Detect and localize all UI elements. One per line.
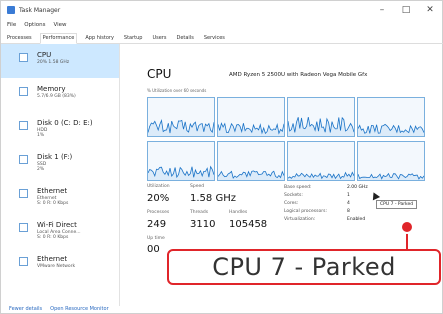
menu-view[interactable]: View [53,22,66,28]
sidebar-item-ethernet[interactable]: Ethernet Ethernet S: 0 R: 0 Kbps [1,180,119,214]
speed-value: 1.58 GHz [190,193,236,204]
disk1-thumbnail [19,155,28,164]
cpu-graph-svg [287,171,355,180]
cpu-graph-svg [357,172,425,180]
menu-options[interactable]: Options [24,22,45,28]
memory-thumbnail [19,87,28,96]
cores-label: Cores: [284,201,299,206]
sidebar-item-disk1[interactable]: Disk 1 (F:) SSD 2% [1,146,119,180]
close-button[interactable]: ✕ [418,5,442,15]
cpu-graph-svg [147,165,215,180]
sidebar-item-sub: Ethernet S: 0 R: 0 Kbps [37,196,69,206]
sidebar-item-sub: VMware Network [37,264,76,269]
tab-users[interactable]: Users [150,34,168,43]
utilization-value: 20% [147,193,170,204]
sidebar-item-label: Disk 1 (F:) [37,153,73,161]
callout-label: CPU 7 - Parked [167,249,441,285]
cpu-graph [147,141,215,181]
window-title: Task Manager [19,6,61,14]
sidebar-item-label: Disk 0 (C: D: E:) [37,119,93,127]
virtualization-value: Enabled [347,217,366,222]
graphs-caption: % Utilization over 60 seconds [147,88,207,93]
logical-processors-label: Logical processors: [284,209,327,214]
sidebar-item-label: Memory [37,85,66,93]
uptime-value: 00 [147,244,160,255]
disk0-thumbnail [19,121,28,130]
resource-monitor-link[interactable]: Open Resource Monitor [50,306,108,312]
virtualization-label: Virtualization: [284,217,316,222]
sidebar-item-wifi-direct[interactable]: Wi-Fi Direct Local Area Conne... S: 0 R:… [1,214,119,248]
page-title: CPU [147,67,172,81]
footer: Fewer details Open Resource Monitor [1,304,443,314]
sidebar-item-sub: Local Area Conne... S: 0 R: 0 Kbps [37,230,81,240]
processes-value: 249 [147,219,167,230]
cpu-graph [357,141,425,181]
sidebar-item-sub: HDD 1% [37,128,48,138]
cpu-graph-svg [287,116,355,136]
ethernet-thumbnail [19,189,28,198]
cores-value: 4 [347,201,350,206]
utilization-label: Utilization [147,184,170,189]
cpu-graph [357,97,425,137]
cpu-graph-svg [217,122,285,136]
ethernet-vmware-thumbnail [19,257,28,266]
maximize-button[interactable]: □ [394,5,418,15]
fewer-details-link[interactable]: Fewer details [9,306,42,312]
cpu-graph [287,97,355,137]
tab-bar: Processes Performance App history Startu… [1,31,443,44]
sidebar-item-label: Ethernet [37,187,68,195]
cpu-graph [287,141,355,181]
sidebar-item-sub: 20% 1.58 GHz [37,60,70,65]
base-speed-label: Base speed: [284,185,312,190]
wifi-direct-thumbnail [19,223,28,232]
cpu-graph [147,97,215,137]
task-manager-window: Task Manager – □ ✕ File Options View Pro… [0,0,443,314]
tab-services[interactable]: Services [202,34,227,43]
uptime-label: Up time [147,236,165,241]
handles-value: 105458 [229,219,268,230]
threads-label: Threads [190,210,209,215]
sidebar-item-label: Wi-Fi Direct [37,221,77,229]
minimize-button[interactable]: – [370,5,394,15]
cpu-graph-svg [147,119,215,136]
cpu-model: AMD Ryzen 5 2500U with Radeon Vega Mobil… [229,72,368,78]
cpu-graph [217,97,285,137]
logical-processors-value: 8 [347,209,350,214]
cpu-graph-fill [218,123,284,136]
cpu-graph-svg [357,123,425,136]
sidebar-item-cpu[interactable]: CPU 20% 1.58 GHz [1,44,119,78]
menu-file[interactable]: File [7,22,16,28]
sockets-label: Sockets: [284,193,303,198]
title-bar: Task Manager – □ ✕ [1,1,442,19]
menu-bar: File Options View [1,19,67,30]
tab-app-history[interactable]: App history [83,34,116,43]
sockets-value: 1 [347,193,350,198]
tab-performance[interactable]: Performance [39,33,78,44]
sidebar-item-label: Ethernet [37,255,68,263]
cpu-thumbnail [19,53,28,62]
sidebar-item-label: CPU [37,51,52,59]
sidebar: CPU 20% 1.58 GHz Memory 5.7/6.9 GB (83%)… [1,44,120,306]
sidebar-item-sub: 5.7/6.9 GB (83%) [37,94,76,99]
tab-startup[interactable]: Startup [122,34,145,43]
cpu-graph-svg [217,170,285,180]
cpu-graph-fill [358,173,424,180]
sidebar-item-memory[interactable]: Memory 5.7/6.9 GB (83%) [1,78,119,112]
processes-label: Processes [147,210,170,215]
tab-details[interactable]: Details [174,34,195,43]
handles-label: Handles [229,210,248,215]
callout-dot [400,220,414,234]
cpu-graph [217,141,285,181]
speed-label: Speed [190,184,205,189]
sidebar-item-sub: SSD 2% [37,162,47,172]
task-manager-icon [7,6,15,14]
tab-processes[interactable]: Processes [5,34,34,43]
base-speed-value: 2.00 GHz [347,185,368,190]
sidebar-item-ethernet-vmware[interactable]: Ethernet VMware Network [1,248,119,282]
sidebar-item-disk0[interactable]: Disk 0 (C: D: E:) HDD 1% [1,112,119,146]
threads-value: 3110 [190,219,216,230]
cpu-tooltip: CPU 7 - Parked [376,200,418,209]
